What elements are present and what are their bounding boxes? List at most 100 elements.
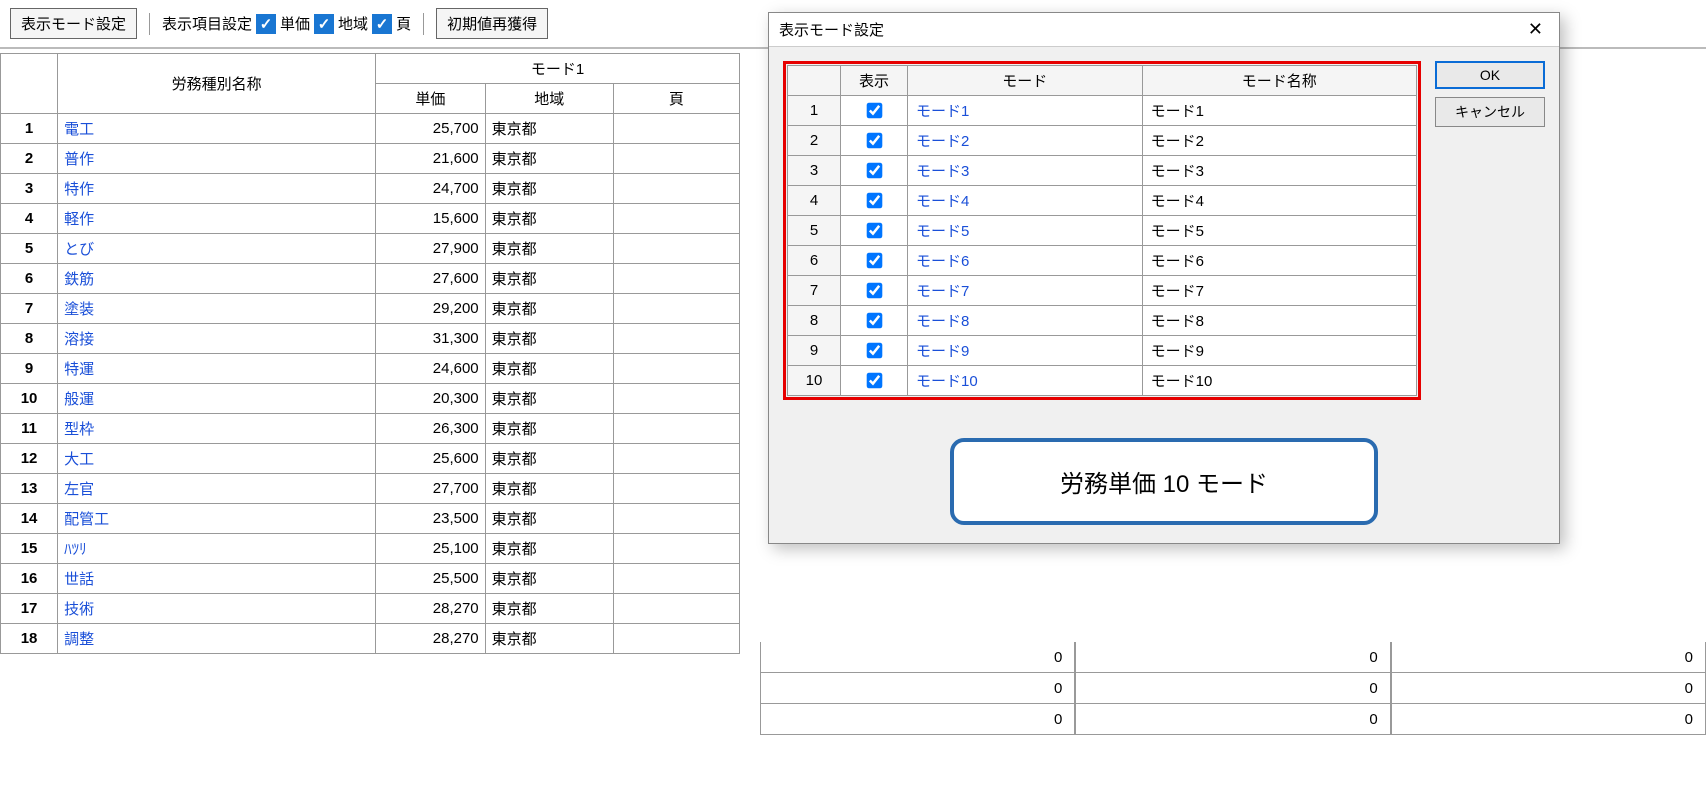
price-cell[interactable]: 28,270 (376, 594, 485, 624)
mode-link-cell[interactable]: モード10 (908, 366, 1143, 396)
mode-display-checkbox[interactable] (841, 306, 908, 336)
mode-name-cell[interactable]: モード2 (1142, 126, 1416, 156)
mode-display-checkbox[interactable] (841, 246, 908, 276)
labor-name-cell[interactable]: ﾊﾂﾘ (58, 534, 376, 564)
page-cell[interactable] (613, 174, 739, 204)
region-cell[interactable]: 東京都 (485, 444, 613, 474)
region-cell[interactable]: 東京都 (485, 474, 613, 504)
price-cell[interactable]: 25,100 (376, 534, 485, 564)
cancel-button[interactable]: キャンセル (1435, 97, 1545, 127)
page-cell[interactable] (613, 354, 739, 384)
region-cell[interactable]: 東京都 (485, 594, 613, 624)
header-price[interactable]: 単価 (376, 84, 485, 114)
mode-display-checkbox[interactable] (841, 336, 908, 366)
region-cell[interactable]: 東京都 (485, 264, 613, 294)
page-cell[interactable] (613, 594, 739, 624)
labor-name-cell[interactable]: 普作 (58, 144, 376, 174)
labor-name-cell[interactable]: 軽作 (58, 204, 376, 234)
mode-name-cell[interactable]: モード3 (1142, 156, 1416, 186)
region-cell[interactable]: 東京都 (485, 414, 613, 444)
mode-display-checkbox[interactable] (841, 186, 908, 216)
page-cell[interactable] (613, 324, 739, 354)
region-cell[interactable]: 東京都 (485, 624, 613, 654)
labor-name-cell[interactable]: 塗装 (58, 294, 376, 324)
ok-button[interactable]: OK (1435, 61, 1545, 89)
region-cell[interactable]: 東京都 (485, 114, 613, 144)
page-cell[interactable] (613, 204, 739, 234)
mode-link-cell[interactable]: モード5 (908, 216, 1143, 246)
region-cell[interactable]: 東京都 (485, 354, 613, 384)
labor-name-cell[interactable]: 般運 (58, 384, 376, 414)
labor-name-cell[interactable]: 特作 (58, 174, 376, 204)
mode-name-cell[interactable]: モード10 (1142, 366, 1416, 396)
page-cell[interactable] (613, 144, 739, 174)
mode-name-cell[interactable]: モード5 (1142, 216, 1416, 246)
mode-link-cell[interactable]: モード1 (908, 96, 1143, 126)
page-cell[interactable] (613, 504, 739, 534)
checkbox-region[interactable]: ✓ (314, 14, 334, 34)
labor-name-cell[interactable]: 特運 (58, 354, 376, 384)
mode-name-cell[interactable]: モード7 (1142, 276, 1416, 306)
mode-display-checkbox[interactable] (841, 126, 908, 156)
page-cell[interactable] (613, 264, 739, 294)
mode-link-cell[interactable]: モード6 (908, 246, 1143, 276)
price-cell[interactable]: 25,500 (376, 564, 485, 594)
labor-name-cell[interactable]: 左官 (58, 474, 376, 504)
page-cell[interactable] (613, 234, 739, 264)
page-cell[interactable] (613, 384, 739, 414)
mode-link-cell[interactable]: モード4 (908, 186, 1143, 216)
mode-link-cell[interactable]: モード2 (908, 126, 1143, 156)
mode-header-name[interactable]: モード名称 (1142, 66, 1416, 96)
price-cell[interactable]: 25,600 (376, 444, 485, 474)
mode-link-cell[interactable]: モード3 (908, 156, 1143, 186)
page-cell[interactable] (613, 444, 739, 474)
close-icon[interactable]: ✕ (1522, 19, 1549, 40)
region-cell[interactable]: 東京都 (485, 504, 613, 534)
region-cell[interactable]: 東京都 (485, 324, 613, 354)
labor-name-cell[interactable]: とび (58, 234, 376, 264)
price-cell[interactable]: 15,600 (376, 204, 485, 234)
labor-name-cell[interactable]: 配管工 (58, 504, 376, 534)
page-cell[interactable] (613, 624, 739, 654)
price-cell[interactable]: 29,200 (376, 294, 485, 324)
page-cell[interactable] (613, 564, 739, 594)
display-mode-button[interactable]: 表示モード設定 (10, 8, 137, 39)
mode-display-checkbox[interactable] (841, 216, 908, 246)
region-cell[interactable]: 東京都 (485, 204, 613, 234)
mode-name-cell[interactable]: モード6 (1142, 246, 1416, 276)
mode-name-cell[interactable]: モード1 (1142, 96, 1416, 126)
price-cell[interactable]: 26,300 (376, 414, 485, 444)
labor-name-cell[interactable]: 技術 (58, 594, 376, 624)
region-cell[interactable]: 東京都 (485, 294, 613, 324)
labor-name-cell[interactable]: 大工 (58, 444, 376, 474)
header-page[interactable]: 頁 (613, 84, 739, 114)
region-cell[interactable]: 東京都 (485, 234, 613, 264)
labor-name-cell[interactable]: 電工 (58, 114, 376, 144)
page-cell[interactable] (613, 474, 739, 504)
price-cell[interactable]: 24,700 (376, 174, 485, 204)
mode-name-cell[interactable]: モード4 (1142, 186, 1416, 216)
page-cell[interactable] (613, 534, 739, 564)
price-cell[interactable]: 31,300 (376, 324, 485, 354)
mode-display-checkbox[interactable] (841, 156, 908, 186)
page-cell[interactable] (613, 114, 739, 144)
checkbox-price[interactable]: ✓ (256, 14, 276, 34)
checkbox-page[interactable]: ✓ (372, 14, 392, 34)
labor-name-cell[interactable]: 調整 (58, 624, 376, 654)
mode-link-cell[interactable]: モード7 (908, 276, 1143, 306)
header-mode-group[interactable]: モード1 (376, 54, 740, 84)
mode-display-checkbox[interactable] (841, 96, 908, 126)
price-cell[interactable]: 25,700 (376, 114, 485, 144)
region-cell[interactable]: 東京都 (485, 174, 613, 204)
labor-name-cell[interactable]: 溶接 (58, 324, 376, 354)
mode-link-cell[interactable]: モード9 (908, 336, 1143, 366)
mode-display-checkbox[interactable] (841, 366, 908, 396)
page-cell[interactable] (613, 294, 739, 324)
price-cell[interactable]: 27,600 (376, 264, 485, 294)
labor-name-cell[interactable]: 鉄筋 (58, 264, 376, 294)
price-cell[interactable]: 21,600 (376, 144, 485, 174)
region-cell[interactable]: 東京都 (485, 534, 613, 564)
mode-link-cell[interactable]: モード8 (908, 306, 1143, 336)
mode-name-cell[interactable]: モード9 (1142, 336, 1416, 366)
labor-name-cell[interactable]: 型枠 (58, 414, 376, 444)
